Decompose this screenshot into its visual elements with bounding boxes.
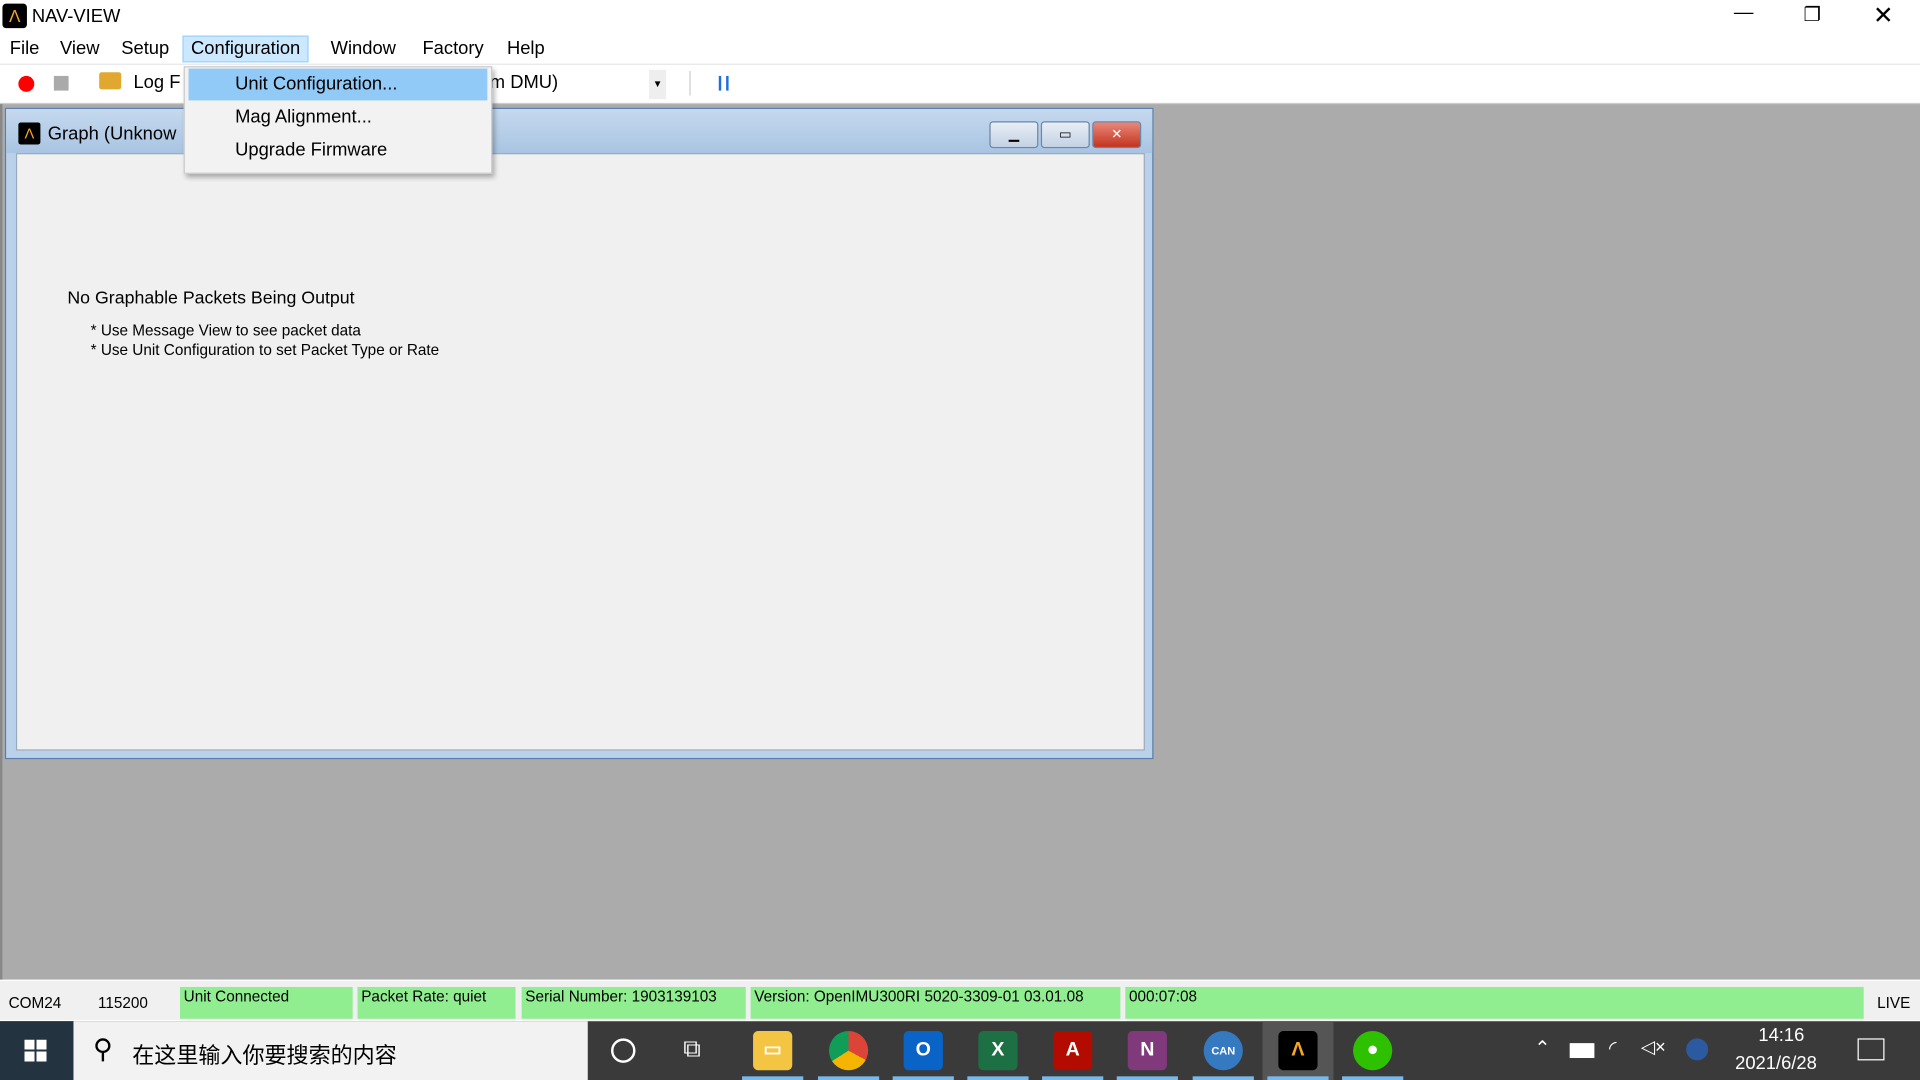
- graph-window-titlebar[interactable]: Λ Graph (Unknow ▁ ▭ ✕: [6, 108, 1153, 154]
- configuration-dropdown: Unit Configuration... Mag Alignment... U…: [183, 66, 493, 174]
- menu-configuration[interactable]: Configuration: [182, 35, 309, 63]
- volume-muted-icon[interactable]: ◁×: [1641, 1036, 1666, 1058]
- status-bar: COM24 115200 Unit Connected Packet Rate:…: [0, 980, 1920, 1021]
- menu-item-upgrade-firmware[interactable]: Upgrade Firmware: [189, 135, 488, 167]
- graph-window-title: Graph (Unknow: [47, 123, 177, 145]
- title-bar: Λ NAV-VIEW — ❐ ✕: [0, 0, 1920, 35]
- app-title: NAV-VIEW: [31, 6, 121, 27]
- status-mode: LIVE: [1877, 994, 1911, 1012]
- search-box[interactable]: ⚲ 在这里输入你要搜索的内容: [73, 1021, 588, 1080]
- pause-button[interactable]: [718, 75, 729, 91]
- hint-line: * Use Unit Configuration to set Packet T…: [90, 341, 440, 359]
- status-baud: 115200: [97, 994, 148, 1012]
- tray-overflow-icon[interactable]: ⌃: [1534, 1036, 1550, 1060]
- status-port: COM24: [8, 994, 62, 1012]
- can-tool-icon[interactable]: CAN: [1203, 1031, 1243, 1071]
- wechat-icon[interactable]: ●: [1353, 1031, 1393, 1071]
- stop-button[interactable]: [53, 75, 69, 91]
- status-elapsed: 000:07:08: [1125, 986, 1864, 1019]
- menu-help[interactable]: Help: [500, 37, 552, 61]
- menu-item-mag-alignment[interactable]: Mag Alignment...: [189, 102, 488, 134]
- menu-factory[interactable]: Factory: [415, 37, 491, 61]
- close-button[interactable]: ✕: [1871, 0, 1895, 31]
- search-icon: ⚲: [93, 1033, 113, 1065]
- menu-bar: File View Setup Configuration Window Fac…: [0, 34, 1920, 65]
- status-version: Version: OpenIMU300RI 5020-3309-01 03.01…: [750, 986, 1121, 1019]
- toolbar-divider: [689, 71, 691, 96]
- no-data-message: No Graphable Packets Being Output: [67, 288, 355, 309]
- nav-view-icon: Λ: [1278, 1031, 1318, 1071]
- source-select[interactable]: m DMU): [490, 72, 558, 93]
- notification-icon[interactable]: [1857, 1038, 1885, 1061]
- status-packet-rate: Packet Rate: quiet: [357, 986, 516, 1019]
- clock-date[interactable]: 2021/6/28: [1735, 1053, 1817, 1074]
- cortana-icon[interactable]: [611, 1038, 636, 1063]
- acrobat-icon[interactable]: A: [1053, 1031, 1093, 1071]
- folder-icon[interactable]: [99, 72, 122, 90]
- battery-icon[interactable]: [1569, 1043, 1595, 1058]
- clock-time[interactable]: 14:16: [1758, 1025, 1804, 1046]
- onenote-icon[interactable]: N: [1127, 1031, 1167, 1071]
- child-maximize-button[interactable]: ▭: [1040, 121, 1090, 149]
- restore-button[interactable]: ❐: [1800, 2, 1824, 26]
- hint-line: * Use Message View to see packet data: [90, 322, 361, 340]
- app-logo-icon: Λ: [18, 122, 41, 145]
- input-method-icon[interactable]: [1686, 1038, 1709, 1061]
- menu-setup[interactable]: Setup: [114, 37, 177, 61]
- nav-view-taskbar-button[interactable]: Λ: [1262, 1021, 1334, 1080]
- menu-item-unit-configuration[interactable]: Unit Configuration...: [188, 68, 488, 101]
- minimize-button[interactable]: —: [1729, 2, 1758, 24]
- excel-icon[interactable]: X: [978, 1031, 1018, 1071]
- app-logo-icon: Λ: [2, 3, 27, 29]
- taskbar: ⚲ 在这里输入你要搜索的内容 ⧉ ▭ O X A N CAN Λ ● ⌃ ◜ ◁…: [0, 1021, 1920, 1080]
- record-button[interactable]: [18, 75, 35, 92]
- child-minimize-button[interactable]: ▁: [989, 121, 1039, 149]
- chrome-icon[interactable]: [828, 1031, 869, 1071]
- status-connection: Unit Connected: [180, 986, 353, 1019]
- menu-file[interactable]: File: [2, 37, 46, 61]
- menu-view[interactable]: View: [53, 37, 107, 61]
- file-explorer-icon[interactable]: ▭: [753, 1031, 793, 1071]
- graph-area: No Graphable Packets Being Output * Use …: [15, 153, 1145, 751]
- child-close-button[interactable]: ✕: [1092, 121, 1142, 149]
- log-file-button[interactable]: Log F: [133, 72, 180, 93]
- search-placeholder: 在这里输入你要搜索的内容: [132, 1043, 397, 1068]
- windows-icon: [24, 1039, 47, 1062]
- task-view-icon[interactable]: ⧉: [683, 1036, 700, 1064]
- graph-window: Λ Graph (Unknow ▁ ▭ ✕ No Graphable Packe…: [4, 107, 1154, 760]
- chevron-down-icon[interactable]: ▼: [648, 69, 667, 100]
- start-button[interactable]: [0, 1021, 74, 1080]
- wifi-icon[interactable]: ◜: [1609, 1036, 1617, 1060]
- status-serial: Serial Number: 1903139103: [521, 986, 746, 1019]
- outlook-icon[interactable]: O: [903, 1031, 943, 1071]
- menu-window[interactable]: Window: [323, 37, 403, 61]
